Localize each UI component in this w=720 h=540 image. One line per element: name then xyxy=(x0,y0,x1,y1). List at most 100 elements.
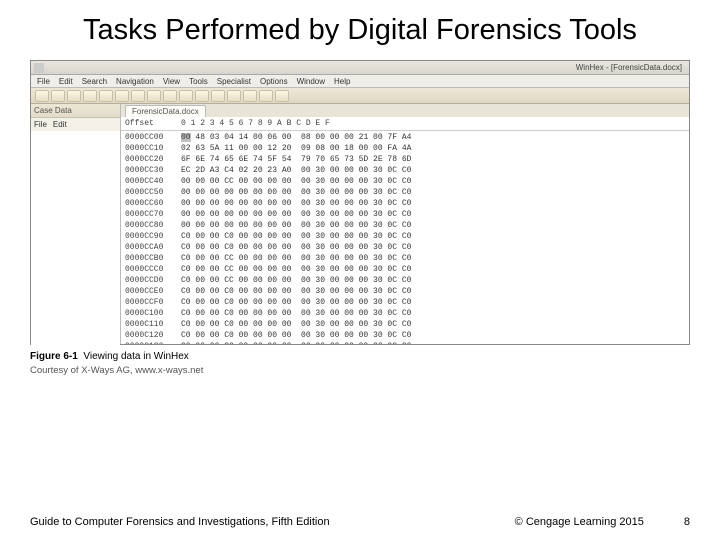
sidebar-menu-edit[interactable]: Edit xyxy=(53,120,67,129)
hex-bytes[interactable]: C0 00 00 CC 00 00 00 00 00 30 00 00 00 3… xyxy=(181,253,411,264)
figure-caption: Figure 6-1 Viewing data in WinHex xyxy=(30,351,690,362)
hex-row[interactable]: 0000C100C0 00 00 C0 00 00 00 00 00 30 00… xyxy=(125,308,685,319)
hex-offset: 0000CC30 xyxy=(125,165,181,176)
hex-bytes[interactable]: C0 00 00 C0 00 00 00 00 00 30 00 00 00 3… xyxy=(181,341,411,344)
hex-row[interactable]: 0000C120C0 00 00 C0 00 00 00 00 00 30 00… xyxy=(125,330,685,341)
hex-offset: 0000CC60 xyxy=(125,198,181,209)
tb-fwd-icon[interactable] xyxy=(227,90,241,102)
hex-bytes[interactable]: EC 2D A3 C4 02 20 23 A0 00 30 00 00 00 3… xyxy=(181,165,411,176)
offset-label: Offset xyxy=(125,119,181,128)
hex-offset: 0000CCD0 xyxy=(125,275,181,286)
tb-disk-icon[interactable] xyxy=(83,90,97,102)
hex-bytes[interactable]: C0 00 00 C0 00 00 00 00 00 30 00 00 00 3… xyxy=(181,308,411,319)
sidebar-body xyxy=(31,131,120,345)
hex-offset: 0000CCF0 xyxy=(125,297,181,308)
tb-find-icon[interactable] xyxy=(163,90,177,102)
hex-offset: 0000CCC0 xyxy=(125,264,181,275)
byte-columns: 0 1 2 3 4 5 6 7 8 9 A B C D E F xyxy=(181,119,330,128)
hex-offset: 0000C130 xyxy=(125,341,181,344)
hex-offset: 0000C110 xyxy=(125,319,181,330)
hex-view[interactable]: 0000CC0000 48 03 04 14 00 06 00 08 00 00… xyxy=(121,131,689,344)
titlebar: WinHex - [ForensicData.docx] xyxy=(31,61,689,75)
hex-row[interactable]: 0000CC5000 00 00 00 00 00 00 00 00 30 00… xyxy=(125,187,685,198)
menu-help[interactable]: Help xyxy=(334,77,350,86)
tb-print-icon[interactable] xyxy=(67,90,81,102)
menu-window[interactable]: Window xyxy=(297,77,325,86)
hex-offset: 0000CC80 xyxy=(125,220,181,231)
hex-row[interactable]: 0000CCF0C0 00 00 C0 00 00 00 00 00 30 00… xyxy=(125,297,685,308)
hex-row[interactable]: 0000CCB0C0 00 00 CC 00 00 00 00 00 30 00… xyxy=(125,253,685,264)
hex-bytes[interactable]: 00 00 00 00 00 00 00 00 00 30 00 00 00 3… xyxy=(181,220,411,231)
app-icon xyxy=(34,63,44,73)
hex-row[interactable]: 0000CC1002 63 5A 11 00 00 12 20 09 08 00… xyxy=(125,143,685,154)
menu-tools[interactable]: Tools xyxy=(189,77,208,86)
hex-bytes[interactable]: C0 00 00 C0 00 00 00 00 00 30 00 00 00 3… xyxy=(181,319,411,330)
caption-text: Viewing data in WinHex xyxy=(83,351,188,362)
hex-bytes[interactable]: C0 00 00 CC 00 00 00 00 00 30 00 00 00 3… xyxy=(181,275,411,286)
hex-row[interactable]: 0000C110C0 00 00 C0 00 00 00 00 00 30 00… xyxy=(125,319,685,330)
window-title: WinHex - [ForensicData.docx] xyxy=(44,63,686,72)
footer-left: Guide to Computer Forensics and Investig… xyxy=(30,516,515,528)
tb-calc-icon[interactable] xyxy=(243,90,257,102)
hex-row[interactable]: 0000C130C0 00 00 C0 00 00 00 00 00 30 00… xyxy=(125,341,685,344)
hex-bytes[interactable]: C0 00 00 C0 00 00 00 00 00 30 00 00 00 3… xyxy=(181,286,411,297)
sidebar-menu-file[interactable]: File xyxy=(34,120,47,129)
footer-mid: © Cengage Learning 2015 xyxy=(515,516,644,528)
hex-row[interactable]: 0000CC90C0 00 00 C0 00 00 00 00 00 30 00… xyxy=(125,231,685,242)
hex-bytes[interactable]: 02 63 5A 11 00 00 12 20 09 08 00 18 00 0… xyxy=(181,143,411,154)
hex-row[interactable]: 0000CCE0C0 00 00 C0 00 00 00 00 00 30 00… xyxy=(125,286,685,297)
figure-wrap: WinHex - [ForensicData.docx] File Edit S… xyxy=(30,60,690,376)
menubar: File Edit Search Navigation View Tools S… xyxy=(31,75,689,88)
menu-navigation[interactable]: Navigation xyxy=(116,77,154,86)
hex-row[interactable]: 0000CCD0C0 00 00 CC 00 00 00 00 00 30 00… xyxy=(125,275,685,286)
hex-row[interactable]: 0000CC4000 00 00 CC 00 00 00 00 00 30 00… xyxy=(125,176,685,187)
tb-undo-icon[interactable] xyxy=(99,90,113,102)
tb-save-icon[interactable] xyxy=(51,90,65,102)
workspace: Case Data File Edit ForensicData.docx Of… xyxy=(31,104,689,344)
tb-paste-icon[interactable] xyxy=(147,90,161,102)
hex-header: Offset 0 1 2 3 4 5 6 7 8 9 A B C D E F xyxy=(121,117,689,131)
menu-search[interactable]: Search xyxy=(82,77,107,86)
hex-offset: 0000CC40 xyxy=(125,176,181,187)
tb-help-icon[interactable] xyxy=(275,90,289,102)
hex-row[interactable]: 0000CCC0C0 00 00 CC 00 00 00 00 00 30 00… xyxy=(125,264,685,275)
menu-file[interactable]: File xyxy=(37,77,50,86)
sidebar-menu: File Edit xyxy=(31,118,120,131)
hex-bytes[interactable]: C0 00 00 C0 00 00 00 00 00 30 00 00 00 3… xyxy=(181,231,411,242)
figure-courtesy: Courtesy of X-Ways AG, www.x-ways.net xyxy=(30,365,690,376)
hex-row[interactable]: 0000CC8000 00 00 00 00 00 00 00 00 30 00… xyxy=(125,220,685,231)
hex-bytes[interactable]: 00 00 00 00 00 00 00 00 00 30 00 00 00 3… xyxy=(181,209,411,220)
hex-row[interactable]: 0000CC0000 48 03 04 14 00 06 00 08 00 00… xyxy=(125,132,685,143)
hex-bytes[interactable]: 00 48 03 04 14 00 06 00 08 00 00 00 21 0… xyxy=(181,132,411,143)
hex-row[interactable]: 0000CC30EC 2D A3 C4 02 20 23 A0 00 30 00… xyxy=(125,165,685,176)
menu-options[interactable]: Options xyxy=(260,77,288,86)
hex-bytes[interactable]: 00 00 00 CC 00 00 00 00 00 30 00 00 00 3… xyxy=(181,176,411,187)
footer: Guide to Computer Forensics and Investig… xyxy=(0,516,720,528)
hex-bytes[interactable]: C0 00 00 C0 00 00 00 00 00 30 00 00 00 3… xyxy=(181,297,411,308)
tb-open-icon[interactable] xyxy=(35,90,49,102)
tb-hex-icon[interactable] xyxy=(179,90,193,102)
hex-bytes[interactable]: C0 00 00 CC 00 00 00 00 00 30 00 00 00 3… xyxy=(181,264,411,275)
hex-bytes[interactable]: 00 00 00 00 00 00 00 00 00 30 00 00 00 3… xyxy=(181,198,411,209)
hex-bytes[interactable]: 00 00 00 00 00 00 00 00 00 30 00 00 00 3… xyxy=(181,187,411,198)
tb-cut-icon[interactable] xyxy=(115,90,129,102)
hex-bytes[interactable]: 6F 6E 74 65 6E 74 5F 54 79 70 65 73 5D 2… xyxy=(181,154,411,165)
tb-copy-icon[interactable] xyxy=(131,90,145,102)
hex-bytes[interactable]: C0 00 00 C0 00 00 00 00 00 30 00 00 00 3… xyxy=(181,330,411,341)
hex-row[interactable]: 0000CC206F 6E 74 65 6E 74 5F 54 79 70 65… xyxy=(125,154,685,165)
tb-goto-icon[interactable] xyxy=(195,90,209,102)
tab-forensicdata[interactable]: ForensicData.docx xyxy=(125,105,206,117)
tb-opts-icon[interactable] xyxy=(259,90,273,102)
slide-title: Tasks Performed by Digital Forensics Too… xyxy=(0,0,720,56)
hex-offset: 0000CC00 xyxy=(125,132,181,143)
hex-row[interactable]: 0000CC7000 00 00 00 00 00 00 00 00 30 00… xyxy=(125,209,685,220)
tab-strip: ForensicData.docx xyxy=(121,104,689,117)
hex-row[interactable]: 0000CC6000 00 00 00 00 00 00 00 00 30 00… xyxy=(125,198,685,209)
tb-back-icon[interactable] xyxy=(211,90,225,102)
menu-specialist[interactable]: Specialist xyxy=(217,77,251,86)
hex-bytes[interactable]: C0 00 00 C0 00 00 00 00 00 30 00 00 00 3… xyxy=(181,242,411,253)
menu-view[interactable]: View xyxy=(163,77,180,86)
hex-row[interactable]: 0000CCA0C0 00 00 C0 00 00 00 00 00 30 00… xyxy=(125,242,685,253)
menu-edit[interactable]: Edit xyxy=(59,77,73,86)
winhex-window: WinHex - [ForensicData.docx] File Edit S… xyxy=(30,60,690,345)
